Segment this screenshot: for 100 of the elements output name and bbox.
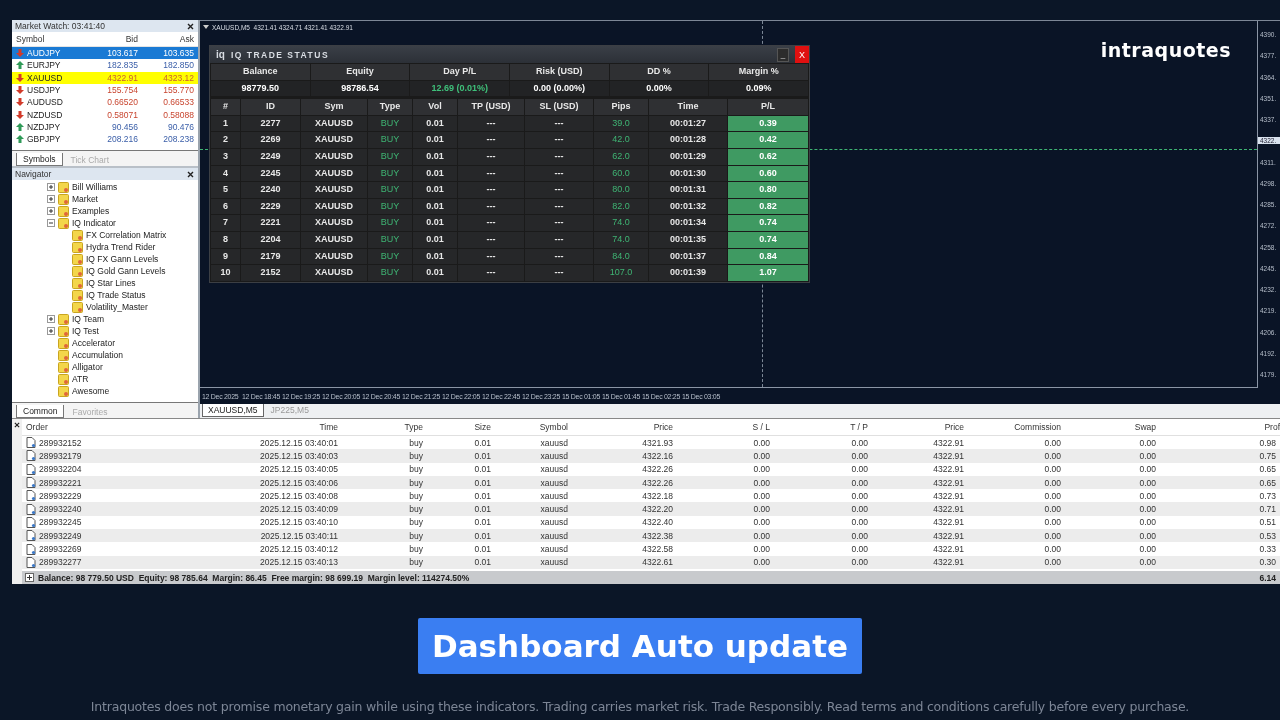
column-header[interactable]: S / L	[677, 422, 774, 432]
column-header[interactable]: T / P	[774, 422, 872, 432]
tree-item[interactable]: IQ FX Gann Levels	[86, 254, 159, 264]
close-icon[interactable]	[14, 422, 20, 428]
table-cell-text: xauusd	[539, 490, 569, 501]
close-icon[interactable]	[187, 22, 194, 30]
tree-item[interactable]: Accumulation	[72, 350, 124, 360]
table-cell: XAUUSD	[301, 248, 367, 265]
tree-item[interactable]: Bill Williams	[72, 182, 118, 192]
table-cell: ---	[458, 115, 524, 132]
panel-tab[interactable]: Common	[16, 405, 65, 418]
close-icon[interactable]	[187, 170, 194, 178]
table-cell: 289932179	[39, 450, 82, 461]
table-cell: 00:01:37	[649, 248, 727, 265]
column-header[interactable]: Symbol	[12, 34, 86, 44]
column-header[interactable]: Time	[182, 422, 342, 432]
expander-icon[interactable]	[47, 315, 55, 323]
chart-tab[interactable]: XAUUSD,M5	[202, 404, 264, 418]
table-cell: ---	[525, 248, 593, 265]
table-cell: 289932249	[39, 530, 82, 541]
indicator-icon	[58, 349, 69, 361]
column-header[interactable]: Price	[872, 422, 968, 432]
column-header[interactable]: Swap	[1065, 422, 1160, 432]
symbol-row[interactable]: NZDUSD 0.58071 0.58088	[12, 108, 198, 121]
tree-item[interactable]: Accelerator	[72, 338, 115, 348]
table-cell: XAUUSD	[301, 182, 367, 198]
table-cell-text: 4322.91	[932, 490, 965, 501]
symbol-row[interactable]: AUDUSD 0.66520 0.66533	[12, 96, 198, 109]
column-header[interactable]: Bid	[86, 34, 142, 44]
summary-value: 0.00 (0.00%)	[510, 80, 609, 97]
tree-item[interactable]: FX Correlation Matrix	[86, 230, 167, 240]
tree-item[interactable]: Volatility_Master	[86, 302, 148, 312]
table-cell: 0.01	[413, 165, 457, 182]
table-cell: XAUUSD	[301, 165, 367, 182]
symbol-row[interactable]: USDJPY 155.754 155.770	[12, 83, 198, 97]
column-header[interactable]: Ask	[142, 34, 198, 44]
table-cell-text: 0.00	[1043, 530, 1062, 541]
indicator-icon	[58, 373, 69, 385]
indicator-icon	[72, 289, 83, 301]
table-cell-text: 4322.20	[641, 504, 674, 515]
tree-item[interactable]: IQ Team	[72, 314, 104, 324]
table-cell: ---	[525, 132, 593, 148]
tree-item[interactable]: Alligator	[72, 362, 103, 372]
tree-item[interactable]: Examples	[72, 206, 110, 216]
column-header[interactable]: Price	[572, 422, 677, 432]
table-cell-text: 0.01	[473, 530, 492, 541]
symbol-row[interactable]: NZDJPY 90.456 90.476	[12, 120, 198, 134]
column-header[interactable]: Order	[22, 422, 182, 432]
summary-value: 98786.54	[310, 80, 410, 97]
symbol-row[interactable]: AUDJPY 103.617 103.635	[12, 47, 198, 60]
expander-icon[interactable]	[47, 195, 55, 203]
table-cell: 10	[211, 265, 240, 281]
table-cell: 0.84	[728, 248, 808, 265]
table-cell-text: 0.00	[850, 477, 869, 488]
table-cell-text: xauusd	[539, 477, 569, 488]
indicator-icon	[72, 229, 83, 241]
column-header[interactable]: Type	[342, 422, 427, 432]
dropdown-icon[interactable]	[203, 25, 209, 30]
table-cell-text: 0.00	[1043, 557, 1062, 568]
table-cell-text: 4322.61	[641, 557, 674, 568]
table-cell-text: 2025.12.15 03:40:09	[259, 504, 339, 515]
tree-item[interactable]: IQ Star Lines	[86, 278, 136, 288]
table-cell: BUY	[368, 248, 412, 265]
close-button[interactable]: X	[795, 46, 809, 63]
table-cell-text: 0.00	[1138, 544, 1157, 554]
symbol-row[interactable]: GBPJPY 208.216 208.238	[12, 133, 198, 146]
tree-item[interactable]: ATR	[72, 374, 89, 384]
column-header[interactable]: Size	[427, 422, 495, 432]
expand-icon[interactable]	[25, 573, 34, 582]
tree-item[interactable]: IQ Indicator	[72, 218, 116, 228]
total-profit: 6.14	[1259, 572, 1276, 583]
minimize-button[interactable]: _	[777, 47, 789, 62]
tree-item[interactable]: IQ Trade Status	[86, 290, 146, 300]
summary-value: 98779.50	[211, 80, 310, 97]
column-header[interactable]: Symbol	[495, 422, 572, 432]
expander-icon[interactable]	[47, 207, 55, 215]
column-header[interactable]: Prof	[1160, 422, 1280, 432]
ask-price: 182.850	[162, 60, 195, 71]
column-header[interactable]: Commission	[968, 422, 1065, 432]
caption-banner: Dashboard Auto update	[417, 618, 862, 674]
expander-icon[interactable]	[47, 219, 55, 227]
panel-tab[interactable]: Symbols	[16, 153, 63, 166]
table-cell: BUY	[368, 165, 412, 182]
symbol-row[interactable]: EURJPY 182.835 182.850	[12, 59, 198, 72]
table-cell-text: 0.00	[1138, 490, 1157, 501]
table-cell-text: 4322.91	[932, 437, 965, 448]
indicator-icon	[58, 337, 69, 349]
symbol-row[interactable]: XAUUSD 4322.91 4323.12	[12, 71, 198, 84]
table-cell-text: 0.00	[1138, 437, 1157, 448]
tree-item[interactable]: Hydra Trend Rider	[86, 242, 156, 252]
table-cell-text: 0.00	[752, 504, 771, 515]
document-icon	[26, 556, 36, 568]
table-cell: 00:01:29	[649, 148, 727, 165]
expander-icon[interactable]	[47, 327, 55, 335]
tree-item[interactable]: IQ Test	[72, 326, 99, 336]
tree-item[interactable]: Awesome	[72, 386, 110, 396]
summary-value: 12.69 (0.01%)	[410, 80, 509, 97]
tree-item[interactable]: IQ Gold Gann Levels	[86, 266, 166, 276]
expander-icon[interactable]	[47, 183, 55, 191]
tree-item[interactable]: Market	[72, 194, 98, 204]
